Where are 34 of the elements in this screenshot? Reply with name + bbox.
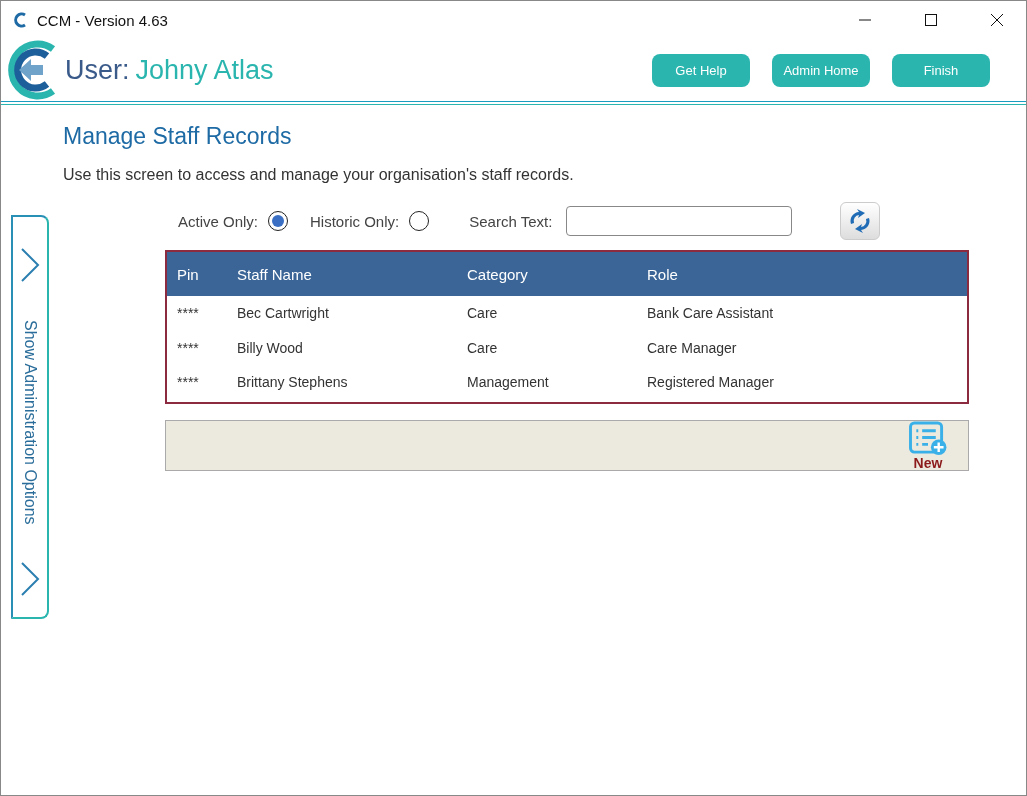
table-cell-text: Care xyxy=(467,339,499,356)
search-label: Search Text: xyxy=(469,212,553,230)
table-cell-text: Bank Care Assistant xyxy=(647,305,775,322)
radio-label: Active Only: xyxy=(178,212,259,230)
search-field[interactable] xyxy=(566,206,793,236)
table-cell-text: Management xyxy=(467,374,550,391)
new-list-icon xyxy=(908,420,948,456)
table-cell-text: Registered Manager xyxy=(647,374,775,391)
table-cell-text: Brittany Stephens xyxy=(237,374,349,391)
column-header[interactable]: Role xyxy=(647,265,967,283)
table-cell-text: **** xyxy=(177,374,200,391)
refresh-button[interactable] xyxy=(840,202,881,240)
table-cell-text: Care Manager xyxy=(647,339,738,356)
radio-label: Historic Only: xyxy=(310,212,400,230)
chevron-right-icon xyxy=(20,247,40,283)
admin-options-label: Show Administration Options xyxy=(21,319,39,525)
column-header[interactable]: Staff Name xyxy=(237,265,467,283)
column-header[interactable]: Category xyxy=(467,265,647,283)
table-cell-text: Bec Cartwright xyxy=(237,305,330,322)
maximize-icon xyxy=(925,14,937,26)
user-name: Johny Atlas xyxy=(135,54,274,86)
table-cell-text: **** xyxy=(177,305,200,322)
chevron-right-icon xyxy=(20,561,40,597)
table-cell-text: **** xyxy=(177,339,200,356)
close-icon xyxy=(991,14,1003,26)
column-header[interactable]: Pin xyxy=(177,265,237,283)
page-title: Manage Staff Records xyxy=(63,123,293,150)
page-description: Use this screen to access and manage your organisation's staff records. xyxy=(63,166,575,184)
admin-options-panel[interactable]: Show Administration Options xyxy=(11,215,49,619)
table-cell-text: Billy Wood xyxy=(237,339,304,356)
user-label: User: xyxy=(65,54,130,86)
table-cell-text: Care xyxy=(467,305,499,322)
window-title: CCM - Version 4.63 xyxy=(37,11,169,29)
new-record-button[interactable]: New xyxy=(908,420,948,470)
